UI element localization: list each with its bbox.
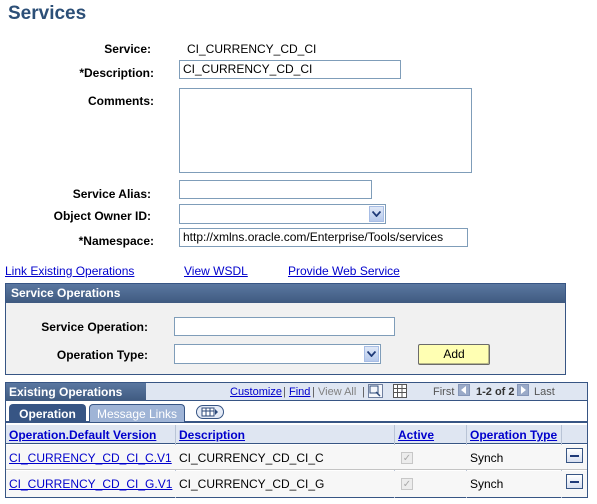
description-field[interactable]: CI_CURRENCY_CD_CI <box>179 60 401 79</box>
separator: | <box>283 386 286 398</box>
operation-type-label: Operation Type: <box>56 348 148 362</box>
object-owner-select[interactable] <box>179 204 386 224</box>
view-wsdl-link[interactable]: View WSDL <box>184 264 248 278</box>
service-operation-label: Service Operation: <box>41 320 148 334</box>
comments-label: Comments: <box>87 94 154 108</box>
column-header-operation-type[interactable]: Operation Type <box>470 428 557 442</box>
checkmark-icon: ✓ <box>402 478 412 490</box>
delete-row-icon[interactable] <box>566 474 583 489</box>
find-link[interactable]: Find <box>289 386 310 398</box>
customize-link[interactable]: Customize <box>230 386 282 398</box>
next-arrow-icon[interactable] <box>517 384 529 396</box>
separator: | <box>362 386 365 398</box>
page-title: Services <box>8 3 87 24</box>
service-label: Service: <box>104 42 151 56</box>
last-label: Last <box>534 386 555 398</box>
existing-operations-title: Existing Operations <box>6 383 146 401</box>
service-alias-field[interactable] <box>179 180 372 199</box>
service-alias-label: Service Alias: <box>72 187 151 201</box>
zoom-icon[interactable] <box>368 384 383 398</box>
service-operation-field[interactable] <box>174 317 395 336</box>
service-value: CI_CURRENCY_CD_CI <box>187 42 317 56</box>
service-operations-header: Service Operations <box>6 284 565 303</box>
tab-operation[interactable]: Operation <box>9 404 86 422</box>
description-cell: CI_CURRENCY_CD_CI_G <box>179 477 325 491</box>
add-button[interactable]: Add <box>418 344 490 365</box>
object-owner-label: Object Owner ID: <box>53 209 151 223</box>
first-label: First <box>433 386 455 398</box>
active-checkbox[interactable]: ✓ <box>401 452 413 464</box>
separator: | <box>312 386 315 398</box>
tab-message-links[interactable]: Message Links <box>89 404 185 422</box>
operation-link[interactable]: CI_CURRENCY_CD_CI_C.V1 <box>9 451 172 465</box>
prev-arrow-icon[interactable] <box>458 384 470 396</box>
active-checkbox[interactable]: ✓ <box>401 478 413 490</box>
grid-icon[interactable] <box>393 384 407 398</box>
dropdown-arrow-icon[interactable] <box>364 346 379 362</box>
provide-web-service-link[interactable]: Provide Web Service <box>288 264 400 278</box>
range-indicator: 1-2 of 2 <box>476 386 515 398</box>
column-header-description[interactable]: Description <box>179 428 245 442</box>
operation-type-cell: Synch <box>470 451 504 465</box>
column-header-active[interactable]: Active <box>398 428 434 442</box>
description-label: *Description: <box>79 66 154 80</box>
show-all-columns-icon[interactable] <box>196 405 224 419</box>
description-cell: CI_CURRENCY_CD_CI_C <box>179 451 324 465</box>
comments-textarea[interactable] <box>179 88 472 173</box>
dropdown-arrow-icon[interactable] <box>369 206 384 222</box>
checkmark-icon: ✓ <box>402 452 412 464</box>
delete-row-icon[interactable] <box>566 448 583 463</box>
operation-type-cell: Synch <box>470 477 504 491</box>
link-existing-operations-link[interactable]: Link Existing Operations <box>5 264 134 278</box>
namespace-field[interactable]: http://xmlns.oracle.com/Enterprise/Tools… <box>179 228 468 247</box>
namespace-label: *Namespace: <box>78 234 154 248</box>
view-all-link[interactable]: View All <box>318 386 356 398</box>
operation-type-select[interactable] <box>174 344 381 364</box>
column-header-operation[interactable]: Operation.Default Version <box>9 428 156 442</box>
operation-link[interactable]: CI_CURRENCY_CD_CI_G.V1 <box>9 477 172 491</box>
